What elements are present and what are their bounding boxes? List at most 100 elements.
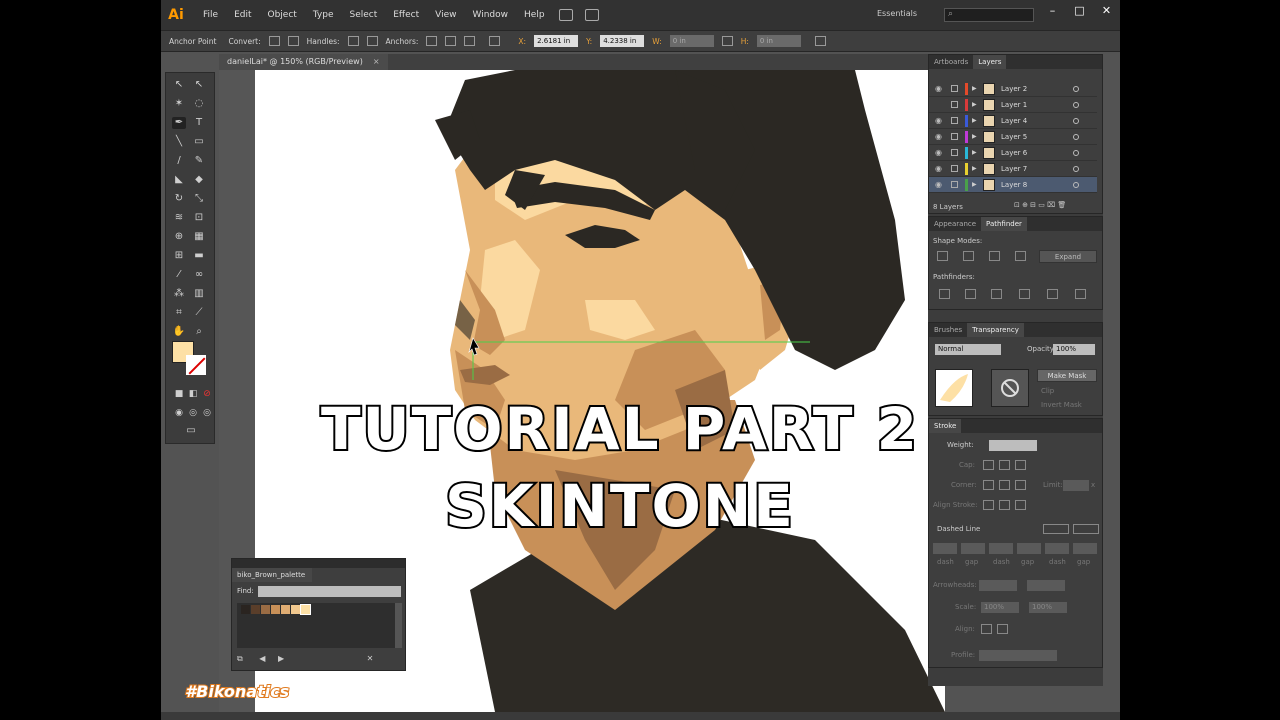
minus-front-icon[interactable]: [963, 251, 974, 261]
visibility-eye-icon[interactable]: ◉: [935, 113, 942, 129]
visibility-eye-icon[interactable]: ◉: [935, 129, 942, 145]
expand-triangle-icon[interactable]: ▶: [972, 161, 977, 177]
layer-row[interactable]: ◉ ▶ Layer 8: [929, 177, 1097, 193]
gradient-tool-icon[interactable]: ▬: [192, 250, 206, 262]
tab-appearance[interactable]: Appearance: [929, 217, 981, 231]
type-tool-icon[interactable]: T: [192, 117, 206, 129]
swatch[interactable]: [300, 604, 311, 615]
eyedropper-tool-icon[interactable]: ⁄: [172, 269, 186, 281]
previous-library-icon[interactable]: ◀: [259, 654, 265, 663]
transform-icon[interactable]: [814, 36, 826, 46]
menu-view[interactable]: View: [427, 10, 464, 20]
menu-window[interactable]: Window: [465, 10, 517, 20]
expand-triangle-icon[interactable]: ▶: [972, 81, 977, 97]
column-graph-tool-icon[interactable]: ▥: [192, 288, 206, 300]
cut-path-icon[interactable]: [464, 36, 476, 46]
target-icon[interactable]: [1073, 182, 1079, 188]
swatch[interactable]: [261, 605, 270, 614]
dash-gap-field[interactable]: [1017, 543, 1041, 554]
stroke-color-swatch[interactable]: [186, 355, 206, 375]
expand-triangle-icon[interactable]: ▶: [972, 177, 977, 193]
visibility-eye-icon[interactable]: ◉: [935, 81, 942, 97]
direct-selection-tool-icon[interactable]: ↖: [192, 79, 206, 91]
scale-start-field[interactable]: 100%: [981, 602, 1019, 613]
profile-select[interactable]: [979, 650, 1057, 661]
panel-drag-bar[interactable]: [232, 559, 405, 568]
target-icon[interactable]: [1073, 102, 1079, 108]
help-search-input[interactable]: ⌕: [944, 8, 1034, 22]
blend-mode-select[interactable]: Normal: [935, 344, 1001, 355]
clip-checkbox[interactable]: Clip: [1041, 387, 1054, 395]
swatch[interactable]: [281, 605, 290, 614]
blend-tool-icon[interactable]: ∞: [192, 269, 206, 281]
target-icon[interactable]: [1073, 134, 1079, 140]
tab-transparency[interactable]: Transparency: [967, 323, 1024, 337]
arrowhead-end-select[interactable]: [1027, 580, 1065, 591]
horizontal-scrollbar[interactable]: [161, 712, 1120, 720]
unite-icon[interactable]: [937, 251, 948, 261]
expand-button[interactable]: Expand: [1039, 250, 1097, 263]
tab-pathfinder[interactable]: Pathfinder: [981, 217, 1027, 231]
document-tab[interactable]: danielLai* @ 150% (RGB/Preview) ×: [219, 54, 388, 70]
target-icon[interactable]: [1073, 118, 1079, 124]
visibility-eye-icon[interactable]: ◉: [935, 145, 942, 161]
lasso-tool-icon[interactable]: ◌: [192, 98, 206, 110]
lock-icon[interactable]: [951, 165, 958, 172]
outline-icon[interactable]: [1047, 289, 1058, 299]
w-field[interactable]: 0 in: [669, 35, 714, 47]
dash-gap-field[interactable]: [933, 543, 957, 554]
menu-type[interactable]: Type: [305, 10, 342, 20]
tab-layers[interactable]: Layers: [973, 55, 1007, 69]
symbol-sprayer-tool-icon[interactable]: ⁂: [172, 288, 186, 300]
arrow-align-end-icon[interactable]: [997, 624, 1008, 634]
target-icon[interactable]: [1073, 166, 1079, 172]
eraser-tool-icon[interactable]: ◆: [192, 174, 206, 186]
lock-icon[interactable]: [951, 85, 958, 92]
canvas-area[interactable]: biko_Brown_palette Find: ⧉ ◀ ▶ ✕: [219, 70, 945, 712]
connect-anchor-icon[interactable]: [445, 36, 457, 46]
width-tool-icon[interactable]: ≋: [172, 212, 186, 224]
pen-tool-icon[interactable]: ✒: [172, 117, 186, 129]
dash-gap-field[interactable]: [1073, 543, 1097, 554]
lock-icon[interactable]: [951, 101, 958, 108]
mesh-tool-icon[interactable]: ⊞: [172, 250, 186, 262]
exclude-icon[interactable]: [1015, 251, 1026, 261]
trim-icon[interactable]: [965, 289, 976, 299]
minimize-button[interactable]: –: [1039, 0, 1066, 20]
maximize-button[interactable]: □: [1066, 0, 1093, 20]
menu-select[interactable]: Select: [341, 10, 385, 20]
shape-builder-tool-icon[interactable]: ⊕: [172, 231, 186, 243]
pencil-tool-icon[interactable]: ✎: [192, 155, 206, 167]
swatch[interactable]: [271, 605, 280, 614]
menu-edit[interactable]: Edit: [226, 10, 259, 20]
scale-tool-icon[interactable]: ⤡: [192, 193, 206, 205]
align-icon[interactable]: [489, 36, 501, 46]
opacity-field[interactable]: 100%: [1053, 344, 1095, 355]
show-handles-icon[interactable]: [347, 36, 359, 46]
arrowhead-start-select[interactable]: [979, 580, 1017, 591]
visibility-eye-icon[interactable]: ◉: [935, 161, 942, 177]
close-button[interactable]: ✕: [1093, 0, 1120, 20]
menu-help[interactable]: Help: [516, 10, 553, 20]
swatch-scrollbar[interactable]: [395, 603, 402, 648]
layer-row[interactable]: ▶ Layer 1: [929, 97, 1097, 113]
layer-row[interactable]: ◉ ▶ Layer 4: [929, 113, 1097, 129]
free-transform-tool-icon[interactable]: ⊡: [192, 212, 206, 224]
lock-icon[interactable]: [951, 149, 958, 156]
intersect-icon[interactable]: [989, 251, 1000, 261]
blob-brush-tool-icon[interactable]: ◣: [172, 174, 186, 186]
rectangle-tool-icon[interactable]: ▭: [192, 136, 206, 148]
hand-tool-icon[interactable]: ✋: [172, 326, 186, 338]
menu-object[interactable]: Object: [260, 10, 305, 20]
x-field[interactable]: 2.6181 in: [534, 35, 579, 47]
layer-tools-icons[interactable]: ⊡ ⊕ ⊟ ▭ ⌧ 🗑: [1014, 201, 1066, 209]
tab-artboards[interactable]: Artboards: [929, 55, 973, 69]
slice-tool-icon[interactable]: ⟋: [192, 307, 206, 319]
workspace-switcher[interactable]: Essentials: [877, 9, 917, 18]
menu-file[interactable]: File: [195, 10, 226, 20]
remove-anchor-icon[interactable]: [426, 36, 438, 46]
next-library-icon[interactable]: ▶: [278, 654, 284, 663]
close-tab-icon[interactable]: ×: [373, 57, 380, 66]
options-icon[interactable]: ✕: [367, 654, 374, 663]
lock-icon[interactable]: [951, 133, 958, 140]
